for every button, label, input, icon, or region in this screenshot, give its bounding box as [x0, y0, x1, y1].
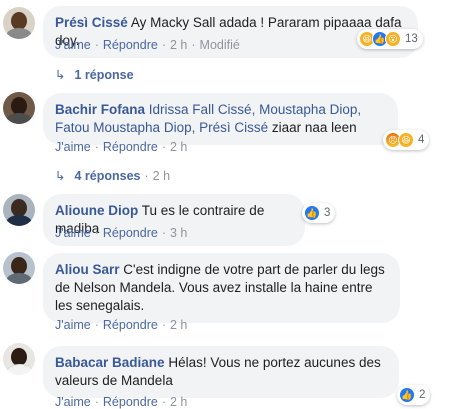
reply-arrow-icon: ↳ [55, 68, 66, 82]
reply-link[interactable]: Répondre [103, 226, 158, 240]
reply-arrow-icon: ↳ [55, 169, 66, 183]
separator: · [161, 140, 166, 154]
like-link[interactable]: J'aime [55, 318, 91, 332]
avatar[interactable] [3, 7, 35, 39]
comment-actions: J'aime · Répondre · 2 h · Modifié [55, 38, 240, 52]
separator: · [94, 38, 99, 52]
reaction-count: 2 [419, 389, 426, 401]
avatar[interactable] [3, 92, 35, 124]
like-link[interactable]: J'aime [55, 140, 91, 154]
like-link[interactable]: J'aime [55, 38, 91, 52]
comment-actions: J'aime · Répondre · 2 h [55, 318, 187, 332]
comment-bubble: Babacar Badiane Hélas! Vous ne portez au… [43, 346, 399, 398]
comment-time[interactable]: 2 h [170, 140, 187, 154]
comment-author[interactable]: Bachir Fofana [55, 102, 145, 117]
comment-bubble: Bachir Fofana Idrissa Fall Cissé, Mousta… [43, 93, 398, 145]
separator: · [161, 226, 166, 240]
view-replies-link[interactable]: ↳ 4 réponses · 2 h [55, 168, 171, 184]
comment-time[interactable]: 2 h [170, 318, 187, 332]
comment-text: ziaar naa leen [271, 120, 357, 135]
separator: · [161, 318, 166, 332]
like-icon: 👍 [399, 387, 415, 403]
comment-time[interactable]: 2 h [170, 38, 187, 52]
haha-icon: 😆 [398, 132, 414, 148]
replies-label[interactable]: 1 réponse [74, 68, 133, 82]
avatar[interactable] [3, 194, 35, 226]
view-replies-link[interactable]: ↳ 1 réponse [55, 67, 134, 83]
separator: · [94, 318, 99, 332]
comment-actions: J'aime · Répondre · 2 h [55, 140, 187, 154]
reaction-count: 4 [418, 134, 425, 146]
separator: · [94, 226, 99, 240]
reaction-summary[interactable]: 😆 👍 😮 13 [357, 29, 423, 49]
replies-label[interactable]: 4 réponses [74, 169, 140, 183]
reaction-summary[interactable]: 😠 😆 4 [383, 130, 430, 150]
reaction-count: 13 [405, 33, 418, 45]
avatar[interactable] [3, 252, 35, 284]
wow-icon: 😮 [385, 31, 401, 47]
reaction-summary[interactable]: 👍 2 [397, 385, 431, 405]
comment-time[interactable]: 3 h [170, 226, 187, 240]
reply-link[interactable]: Répondre [103, 38, 158, 52]
like-link[interactable]: J'aime [55, 226, 91, 240]
replies-time: 2 h [152, 168, 171, 183]
comment-author[interactable]: Présì Cissé [55, 15, 128, 30]
comment-author[interactable]: Alioune Diop [55, 203, 138, 218]
separator: · [144, 168, 149, 183]
reaction-summary[interactable]: 👍 3 [302, 203, 336, 223]
separator: · [161, 38, 166, 52]
reply-link[interactable]: Répondre [103, 140, 158, 154]
comment-author[interactable]: Aliou Sarr [55, 262, 120, 277]
separator: · [94, 140, 99, 154]
avatar[interactable] [3, 343, 35, 375]
comment-actions: J'aime · Répondre · 3 h [55, 226, 187, 240]
edited-label[interactable]: Modifié [200, 38, 240, 52]
reply-link[interactable]: Répondre [103, 318, 158, 332]
reaction-count: 3 [324, 207, 331, 219]
separator: · [191, 38, 196, 52]
comment-author[interactable]: Babacar Badiane [55, 355, 165, 370]
like-icon: 👍 [304, 205, 320, 221]
comment-bubble: Aliou Sarr C'est indigne de votre part d… [43, 253, 400, 323]
